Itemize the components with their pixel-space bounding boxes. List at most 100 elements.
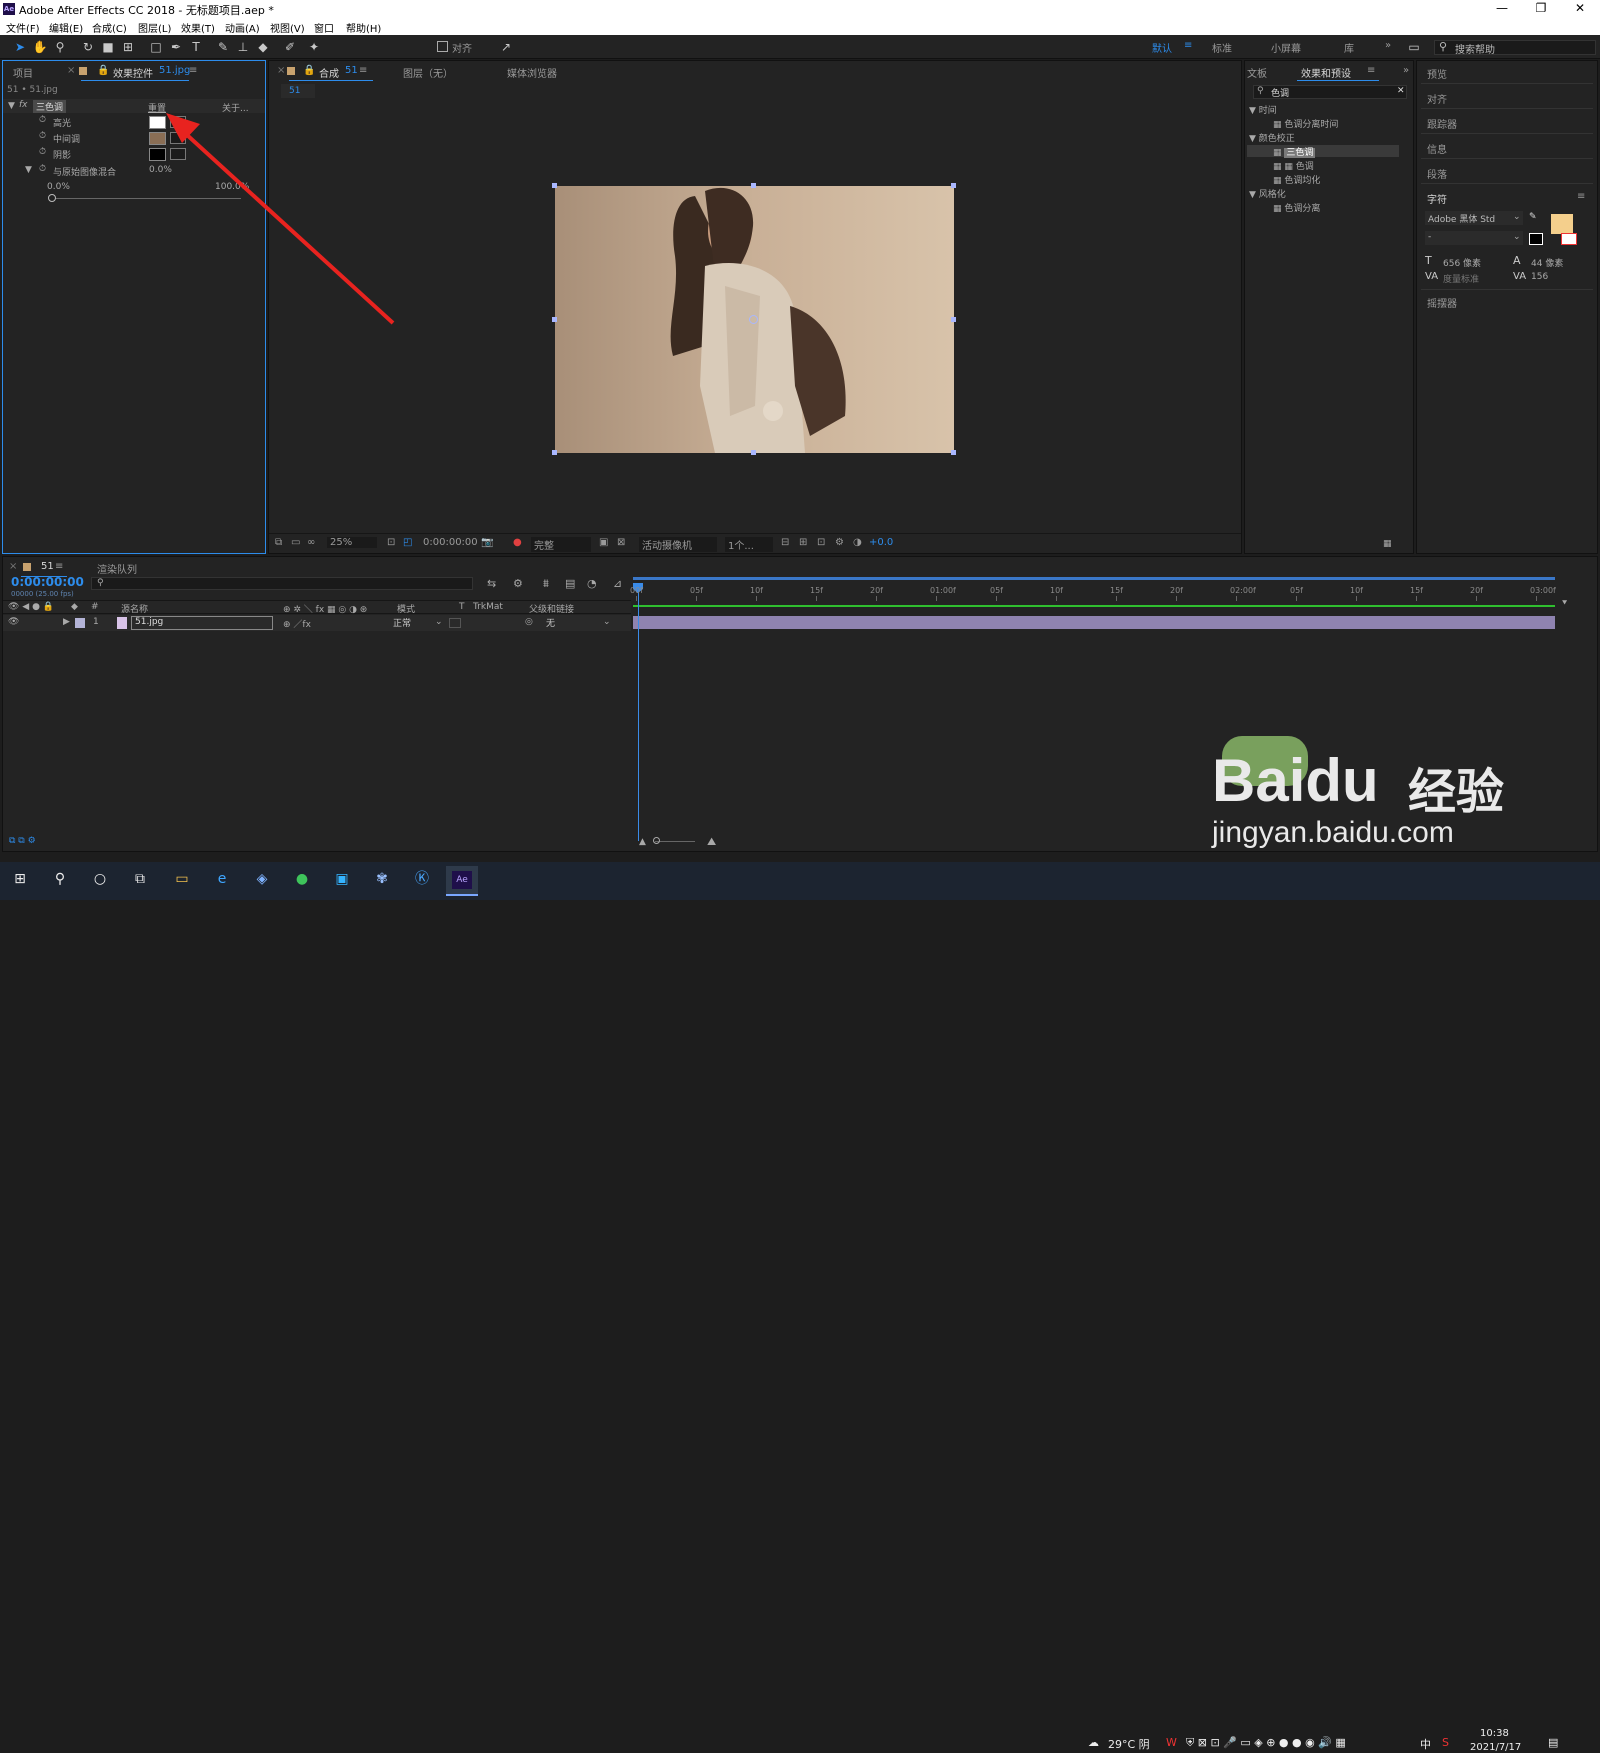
chevron-down-icon[interactable]: ⌄: [603, 617, 611, 627]
effect-item[interactable]: ▦ 色调均化: [1273, 173, 1320, 186]
search-icon[interactable]: ⚲: [48, 867, 72, 891]
pickwhip-icon[interactable]: ◎: [525, 617, 533, 627]
tree-group-label: 颜色校正: [1258, 134, 1295, 144]
weather-text[interactable]: 29°C 阴: [1108, 1736, 1150, 1752]
kerning-value[interactable]: 度量标准: [1443, 272, 1479, 285]
clock-time[interactable]: 10:38: [1480, 1728, 1509, 1739]
draft-3d-icon[interactable]: ⚙: [513, 577, 523, 590]
frame-blending-icon[interactable]: ▤: [565, 577, 575, 590]
file-explorer-icon[interactable]: ▭: [170, 867, 194, 891]
panel-paragraph[interactable]: 段落: [1427, 166, 1447, 181]
tab-timeline-comp[interactable]: 51: [41, 561, 54, 572]
parent-select[interactable]: 无: [543, 616, 609, 630]
app-icon[interactable]: ▣: [330, 867, 354, 891]
mode-header[interactable]: 模式: [397, 602, 415, 615]
layer-mode-select[interactable]: 正常: [389, 616, 441, 630]
panel-character[interactable]: 字符: [1427, 191, 1447, 206]
wps-icon[interactable]: W: [1166, 1736, 1177, 1749]
layer-switches-icon[interactable]: ⊕ ／fx: [283, 617, 311, 630]
panel-overflow-icon[interactable]: »: [1403, 65, 1409, 76]
effect-item[interactable]: ▦ 色调分离: [1273, 201, 1320, 214]
task-view-icon[interactable]: ⧉: [128, 867, 152, 891]
trkmat-select[interactable]: [449, 618, 461, 628]
effect-item[interactable]: ▦ 色调分离时间: [1273, 117, 1338, 130]
layer-name[interactable]: 51.jpg: [131, 616, 273, 630]
tree-group-time[interactable]: ▼ 时间: [1249, 103, 1277, 116]
app-icon[interactable]: Ⓚ: [410, 867, 434, 891]
panel-info[interactable]: 信息: [1427, 141, 1447, 156]
comp-mini-flowchart-icon[interactable]: ⇆: [487, 577, 496, 590]
edge-browser-icon[interactable]: e: [210, 867, 234, 891]
font-style-select[interactable]: -: [1425, 231, 1523, 245]
shy-layers-icon[interactable]: ⩩: [543, 577, 549, 591]
eyedropper-icon[interactable]: ✎: [1529, 212, 1537, 222]
chevron-down-icon[interactable]: ⌄: [435, 617, 443, 627]
app-icon[interactable]: ✾: [370, 867, 394, 891]
visibility-eye-icon[interactable]: 👁: [8, 617, 19, 627]
app-icon[interactable]: ◈: [250, 867, 274, 891]
font-size-value[interactable]: 656 像素: [1443, 256, 1481, 269]
motion-blur-icon[interactable]: ◔: [587, 577, 597, 590]
panel-menu-icon[interactable]: ≡: [1577, 191, 1585, 202]
panel-tracker[interactable]: 跟踪器: [1427, 116, 1457, 131]
timeline-search-input[interactable]: [91, 577, 473, 590]
ruler-tick: [996, 596, 997, 601]
new-folder-icon[interactable]: ▦: [1383, 539, 1392, 549]
graph-editor-icon[interactable]: ⊿: [613, 577, 622, 590]
effects-search-input[interactable]: 色调: [1271, 86, 1289, 99]
ruler-tick-label: 00f: [630, 586, 643, 595]
panel-align[interactable]: 对齐: [1427, 91, 1447, 106]
timeline-fps: 00000 (25.00 fps): [11, 590, 74, 598]
stroke-color-swatch[interactable]: [1529, 233, 1543, 245]
timeline-nav-icon[interactable]: ⯆: [1561, 599, 1568, 609]
cortana-icon[interactable]: ○: [88, 867, 112, 891]
tab-render-queue[interactable]: 渲染队列: [97, 561, 137, 576]
tab-text[interactable]: 文板: [1247, 65, 1267, 80]
expand-layer-icon[interactable]: ▶: [63, 617, 70, 627]
layer-duration-bar[interactable]: [633, 616, 1555, 629]
fill-color-swatch[interactable]: [1551, 214, 1573, 234]
wechat-icon[interactable]: ●: [290, 867, 314, 891]
font-family-select[interactable]: Adobe 黑体 Std: [1425, 211, 1523, 225]
trkmat-header[interactable]: TrkMat: [473, 602, 503, 612]
weather-icon[interactable]: ☁: [1088, 1736, 1099, 1749]
windows-start-icon[interactable]: ⊞: [8, 867, 32, 891]
timeline-timecode[interactable]: 0:00:00:00: [11, 575, 84, 589]
active-tab-underline: [1297, 80, 1379, 81]
current-time-indicator[interactable]: [638, 585, 639, 841]
panel-menu-icon[interactable]: ≡: [1367, 65, 1375, 76]
chevron-down-icon[interactable]: ⌄: [1513, 212, 1521, 222]
ruler-tick-label: 02:00f: [1230, 586, 1256, 595]
divider: [1421, 183, 1593, 184]
panel-preview[interactable]: 预览: [1427, 66, 1447, 81]
after-effects-taskbar-button[interactable]: Ae: [446, 866, 478, 896]
clock-date[interactable]: 2021/7/17: [1470, 1742, 1521, 1753]
panel-wiggler[interactable]: 摇摆器: [1427, 295, 1457, 310]
tab-effects-presets[interactable]: 效果和预设: [1301, 65, 1351, 80]
effect-item[interactable]: ▦ ▦ 色调: [1273, 159, 1314, 172]
notification-icon[interactable]: ▤: [1548, 1736, 1558, 1749]
ime-language[interactable]: 中: [1420, 1736, 1431, 1752]
panel-menu-icon[interactable]: ≡: [55, 561, 63, 572]
tree-group-stylize[interactable]: ▼ 风格化: [1249, 187, 1286, 200]
zoom-out-icon[interactable]: ▲: [639, 837, 646, 847]
zoom-in-icon[interactable]: ⛰: [707, 835, 716, 849]
layer-label-color[interactable]: [75, 618, 85, 628]
no-fill-swatch[interactable]: [1561, 233, 1577, 245]
parent-header[interactable]: 父级和链接: [529, 602, 574, 615]
toggle-switches-icon[interactable]: ⧉ ⧉ ⚙: [9, 836, 36, 846]
chevron-down-icon[interactable]: ⌄: [1513, 232, 1521, 242]
work-area-bar[interactable]: [633, 577, 1555, 580]
ruler-tick-label: 20f: [1470, 586, 1483, 595]
sogou-icon[interactable]: S: [1442, 1736, 1449, 1749]
effect-item-selected[interactable]: ▦ 三色调: [1273, 145, 1316, 158]
tree-group-color-correction[interactable]: ▼ 颜色校正: [1249, 131, 1295, 144]
clear-search-icon[interactable]: ✕: [1397, 86, 1405, 96]
tracking-value[interactable]: 156: [1531, 272, 1548, 282]
tray-icons[interactable]: ⛨ ⊠ ⊡ 🎤 ▭ ◈ ⊕ ● ● ◉ 🔊 ▦: [1186, 1736, 1346, 1750]
timeline-zoom-slider[interactable]: [655, 841, 695, 842]
close-tab-icon[interactable]: ×: [9, 561, 17, 572]
source-name-header[interactable]: 源名称: [121, 602, 148, 615]
timeline-zoom-handle[interactable]: [653, 837, 660, 844]
leading-value[interactable]: 44 像素: [1531, 256, 1563, 269]
